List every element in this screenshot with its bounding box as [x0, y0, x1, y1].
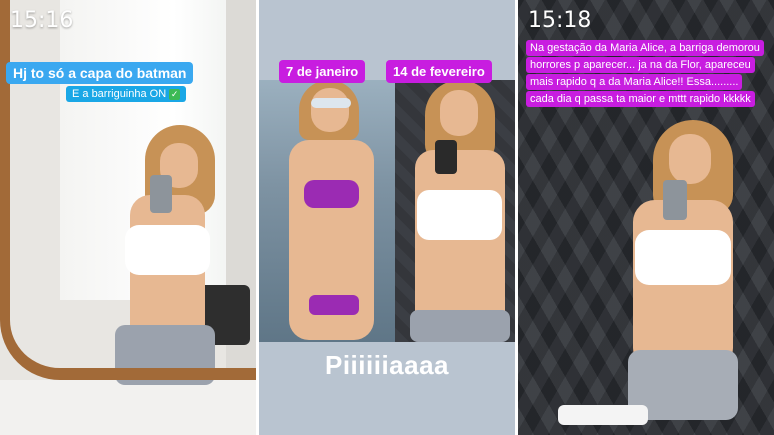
caption-sub-text: E a barriguinha ON	[72, 88, 167, 100]
caption-main: Hj to só a capa do batman	[6, 62, 194, 84]
phone	[435, 140, 457, 174]
bikini-bottom	[309, 295, 359, 315]
bikini-top	[304, 180, 359, 208]
person-mirror-selfie	[603, 120, 753, 420]
mirror-frame	[0, 0, 256, 380]
bottom-caption: Piiiiiiaaaa	[324, 350, 450, 380]
phone	[663, 180, 687, 220]
caption-sub: E a barriguinha ON ✓	[66, 86, 187, 102]
photo-left-beach	[259, 80, 395, 342]
timestamp: 15:18	[528, 8, 592, 33]
timestamp: 15:16	[10, 8, 74, 33]
story-panel-3: 15:18 Na gestação da Maria Alice, a barr…	[518, 0, 774, 435]
story-panel-1: 15:16 Hj to só a capa do batman E a barr…	[0, 0, 256, 435]
photo-right-mirror	[395, 80, 515, 342]
floor	[0, 380, 256, 435]
caption-text: Na gestação da Maria Alice, a barriga de…	[526, 40, 764, 108]
date-tag-left: 7 de janeiro	[279, 60, 366, 83]
sink	[558, 405, 648, 425]
date-tag-right: 14 de fevereiro	[386, 60, 492, 83]
comparison-photo	[259, 80, 515, 342]
sweatpants	[410, 310, 510, 342]
white-top	[417, 190, 502, 240]
story-panel-2: 7 de janeiro 14 de fevereiro Piiiiiiaaaa	[259, 0, 515, 435]
white-top	[635, 230, 731, 285]
caption-text-content: Na gestação da Maria Alice, a barriga de…	[526, 40, 764, 107]
check-emoji-icon: ✓	[169, 89, 181, 100]
sunglasses	[311, 98, 351, 108]
